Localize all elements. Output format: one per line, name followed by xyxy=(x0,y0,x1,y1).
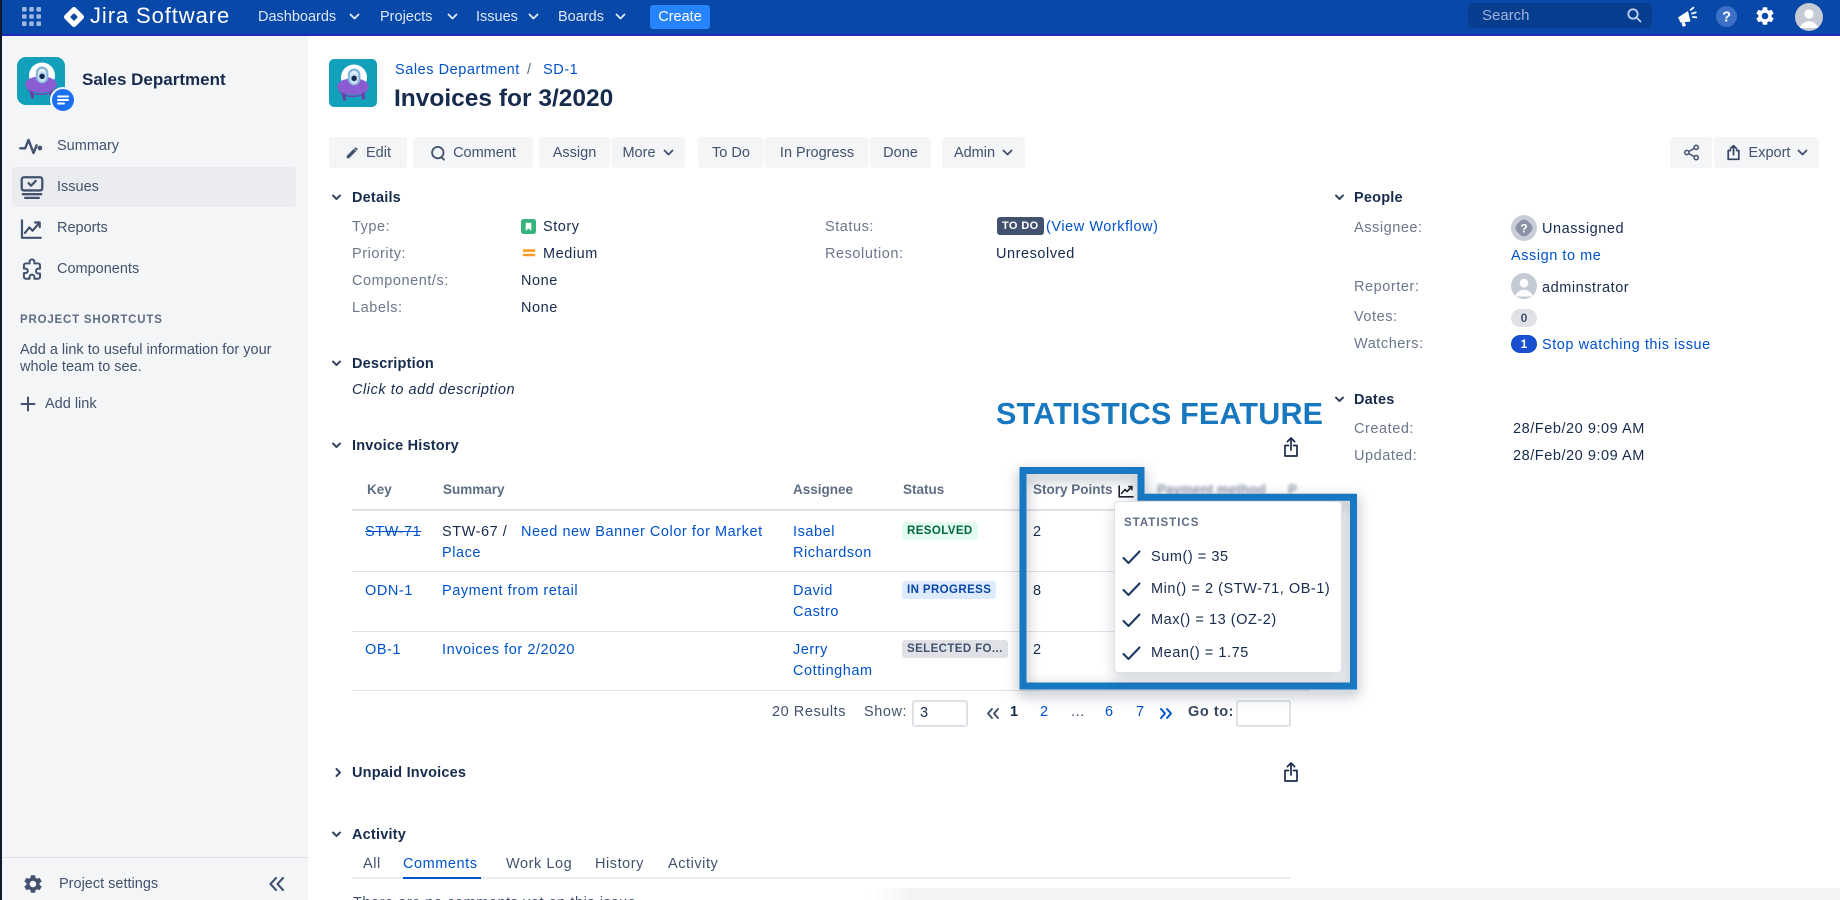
svg-text:?: ? xyxy=(1722,10,1731,26)
svg-text:?: ? xyxy=(1520,222,1527,236)
